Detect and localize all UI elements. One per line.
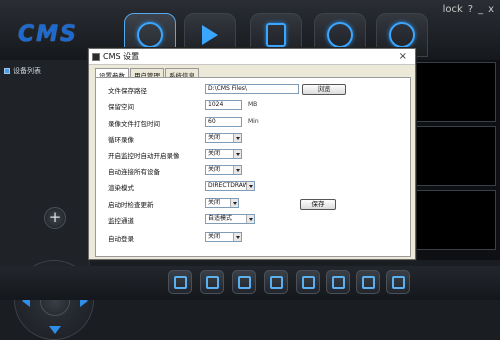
mute-button[interactable] — [168, 270, 192, 294]
fullscreen-button[interactable] — [296, 270, 320, 294]
auto-record-value: 关闭 — [208, 150, 221, 157]
snapshot-button[interactable] — [200, 270, 224, 294]
lock-icon[interactable]: lock — [443, 4, 463, 15]
layout-1-button[interactable] — [326, 270, 350, 294]
left-panel: 设备列表 + — [0, 60, 94, 340]
monitor-channel-select[interactable]: 自适模式 — [205, 214, 255, 224]
export-icon — [270, 276, 283, 289]
video-cell[interactable] — [412, 62, 496, 122]
reserved-space-unit: MB — [248, 101, 258, 108]
app-logo: CMS — [18, 22, 78, 47]
chevron-down-icon — [233, 233, 241, 241]
loop-record-select[interactable]: 关闭 — [205, 133, 242, 143]
play-icon — [202, 25, 218, 45]
package-time-label: 录像文件打包时间 — [108, 120, 160, 128]
reserved-space-field[interactable]: 1024 — [205, 100, 242, 110]
settings-dialog: CMS 设置 × 设置参数 用户管理 系统信息 文件保存路径 D:\CMS Fi… — [88, 48, 416, 260]
nine-screen-icon — [392, 276, 405, 289]
auto-connect-select[interactable]: 关闭 — [205, 165, 242, 175]
video-cell[interactable] — [412, 126, 496, 186]
auto-login-label: 自动登录 — [108, 235, 134, 243]
record-icon — [238, 276, 251, 289]
dialog-close-button[interactable]: × — [399, 49, 407, 65]
auto-login-select[interactable]: 关闭 — [205, 232, 242, 242]
auto-login-value: 关闭 — [208, 233, 221, 240]
render-mode-label: 渲染模式 — [108, 184, 134, 192]
bottom-toolbar — [0, 266, 500, 300]
video-cell[interactable] — [412, 190, 496, 250]
fullscreen-icon — [302, 276, 315, 289]
power-icon — [389, 22, 415, 48]
video-cells — [412, 62, 496, 254]
dialog-titlebar: CMS 设置 × — [89, 49, 415, 65]
auto-update-value: 关闭 — [208, 199, 221, 206]
auto-update-label: 启动时检查更新 — [108, 201, 154, 209]
package-time-field[interactable]: 60 — [205, 117, 242, 127]
settings-form: 文件保存路径 D:\CMS Files\ 浏览 保留空间 1024 MB 录像文… — [95, 77, 411, 257]
auto-connect-label: 自动连接所有设备 — [108, 168, 160, 176]
save-path-field[interactable]: D:\CMS Files\ — [205, 84, 299, 94]
auto-record-label: 开启监控时自动开启录像 — [108, 152, 180, 160]
layout-4-button[interactable] — [356, 270, 380, 294]
chevron-down-icon — [246, 215, 254, 223]
device-tree-icon — [4, 68, 10, 74]
device-list-node[interactable]: 设备列表 — [4, 66, 41, 76]
render-mode-value: DIRECTDRAW — [208, 182, 249, 189]
gear-icon — [327, 22, 353, 48]
layout-9-button[interactable] — [386, 270, 410, 294]
minimize-button[interactable]: _ — [478, 4, 483, 15]
add-device-button[interactable]: + — [44, 207, 66, 229]
window-controls: lock ? _ x — [443, 4, 494, 15]
auto-record-select[interactable]: 关闭 — [205, 149, 242, 159]
ptz-down-icon[interactable] — [49, 326, 61, 334]
save-path-label: 文件保存路径 — [108, 87, 147, 95]
monitor-channel-label: 监控通道 — [108, 217, 134, 225]
camera-icon — [206, 276, 219, 289]
loop-record-value: 关闭 — [208, 134, 221, 141]
browse-button[interactable]: 浏览 — [302, 84, 346, 95]
chevron-down-icon — [233, 150, 241, 158]
auto-update-select[interactable]: 关闭 — [205, 198, 239, 208]
speaker-mute-icon — [174, 276, 187, 289]
package-time-unit: Min — [248, 118, 259, 125]
camera-reel-icon — [137, 22, 163, 48]
chevron-down-icon — [233, 166, 241, 174]
chevron-down-icon — [230, 199, 238, 207]
help-button[interactable]: ? — [468, 4, 473, 15]
loop-record-label: 循环录像 — [108, 136, 134, 144]
render-mode-select[interactable]: DIRECTDRAW — [205, 181, 255, 191]
dialog-title: CMS 设置 — [103, 52, 140, 61]
export-button[interactable] — [264, 270, 288, 294]
quad-screen-icon — [362, 276, 375, 289]
reserved-space-label: 保留空间 — [108, 103, 134, 111]
chevron-down-icon — [246, 182, 254, 190]
record-button[interactable] — [232, 270, 256, 294]
device-list-label: 设备列表 — [13, 67, 41, 75]
save-button[interactable]: 保存 — [300, 199, 336, 210]
single-screen-icon — [332, 276, 345, 289]
chevron-down-icon — [233, 134, 241, 142]
close-app-button[interactable]: x — [488, 4, 494, 15]
auto-connect-value: 关闭 — [208, 166, 221, 173]
monitor-channel-value: 自适模式 — [208, 215, 233, 222]
app-icon — [92, 53, 100, 61]
document-edit-icon — [266, 23, 286, 47]
